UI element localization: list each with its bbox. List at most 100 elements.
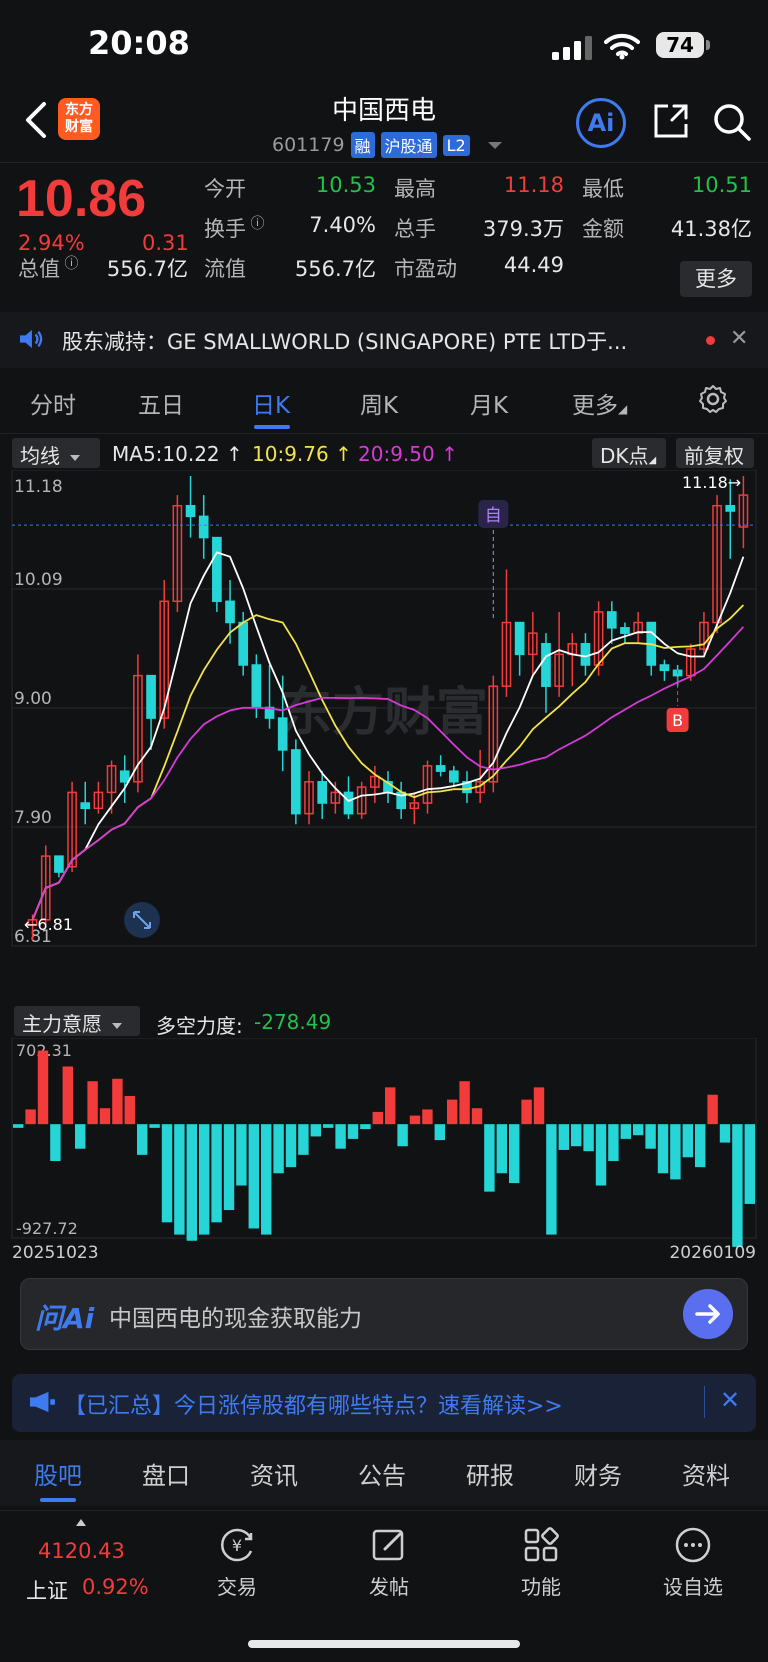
trade-icon: ¥ bbox=[221, 1528, 253, 1562]
force-bar bbox=[595, 1124, 607, 1186]
caret-down-icon bbox=[70, 454, 80, 461]
force-bar bbox=[124, 1095, 136, 1125]
ma10-text: 10:9.76 bbox=[252, 442, 329, 466]
quote-panel: 10.86 2.94% 0.31 今开 10.53 最高 11.18 最低 10… bbox=[0, 162, 768, 302]
trade-button[interactable]: ¥ 交易 bbox=[192, 1525, 282, 1600]
post-label: 发帖 bbox=[369, 1575, 409, 1599]
info-icon: ⓘ bbox=[60, 256, 79, 272]
last-price: 10.86 bbox=[16, 170, 147, 228]
high-marker: 11.18→ bbox=[682, 473, 741, 492]
chevron-down-icon bbox=[487, 141, 502, 149]
tab-more-label: 更多 bbox=[572, 393, 618, 419]
force-bar bbox=[645, 1124, 656, 1149]
tab-more[interactable]: 更多◢ bbox=[572, 386, 627, 420]
force-bar bbox=[546, 1124, 557, 1235]
force-bar bbox=[670, 1124, 681, 1180]
force-bar bbox=[37, 1050, 49, 1125]
value-volume: 379.3万 bbox=[482, 217, 564, 241]
force-bar bbox=[397, 1124, 408, 1147]
add-watchlist-label: 设自选 bbox=[663, 1575, 723, 1599]
sub-y-tick-min: -927.72 bbox=[16, 1219, 78, 1238]
main-indicator-label: 均线 bbox=[20, 444, 60, 468]
index-value[interactable]: 4120.43 bbox=[38, 1539, 125, 1563]
close-icon[interactable]: ✕ bbox=[730, 326, 748, 351]
megaphone-icon bbox=[30, 1391, 55, 1413]
sub-indicator-dropdown[interactable]: 主力意愿 bbox=[14, 1006, 140, 1036]
stock-code-line[interactable]: 601179 融 沪股通 L2 bbox=[272, 132, 502, 158]
promo-banner[interactable]: 【已汇总】今日涨停股都有哪些特点？速看解读>> ✕ bbox=[12, 1374, 756, 1432]
arrow-right-icon[interactable] bbox=[683, 1289, 733, 1339]
force-bar bbox=[161, 1124, 173, 1223]
candle-body bbox=[185, 504, 196, 518]
more-dots-icon bbox=[675, 1527, 711, 1563]
tab-forum[interactable]: 股吧 bbox=[34, 1456, 82, 1491]
candle-body bbox=[146, 674, 156, 719]
x-label-start: 20251023 bbox=[12, 1243, 99, 1263]
dk-point-button[interactable]: DK点◢ bbox=[592, 438, 666, 468]
label-turnover[interactable]: 换手 ⓘ bbox=[204, 213, 264, 243]
ai-question-bar[interactable]: 问Ai 中国西电的现金获取能力 bbox=[20, 1278, 748, 1350]
tab-announcements[interactable]: 公告 bbox=[358, 1456, 406, 1491]
ma20-value: 20:9.50 ↑ bbox=[358, 442, 458, 466]
tab-financials[interactable]: 财务 bbox=[574, 1456, 622, 1491]
force-bar bbox=[112, 1078, 123, 1125]
value-open: 10.53 bbox=[315, 173, 376, 197]
index-percent[interactable]: 0.92% bbox=[82, 1575, 149, 1599]
force-bar bbox=[620, 1124, 632, 1139]
index-name[interactable]: 上证 bbox=[26, 1575, 68, 1605]
force-bar bbox=[236, 1124, 247, 1186]
sub-label: 多空力度: bbox=[156, 1014, 243, 1038]
label-open: 今开 bbox=[204, 177, 246, 201]
force-bar bbox=[87, 1081, 98, 1125]
post-button[interactable]: 发帖 bbox=[344, 1525, 434, 1600]
tab-daily-k[interactable]: 日K bbox=[252, 386, 290, 420]
x-label-end: 20260109 bbox=[669, 1243, 756, 1263]
tab-monthly-k[interactable]: 月K bbox=[470, 386, 508, 420]
caret-down-icon bbox=[112, 1022, 122, 1029]
value-float-cap: 556.7亿 bbox=[294, 257, 376, 281]
force-bar bbox=[149, 1124, 160, 1128]
force-bar bbox=[694, 1124, 706, 1168]
force-bar bbox=[25, 1109, 36, 1125]
tab-weekly-k[interactable]: 周K bbox=[360, 386, 398, 420]
close-icon[interactable]: ✕ bbox=[720, 1386, 740, 1414]
tab-profile[interactable]: 资料 bbox=[682, 1456, 730, 1491]
force-bar bbox=[533, 1087, 545, 1125]
main-force-bar-chart[interactable]: 702.31-927.7220251023 20260109 bbox=[0, 1038, 768, 1264]
tab-orderbook[interactable]: 盘口 bbox=[142, 1456, 190, 1491]
change-percent: 2.94% bbox=[18, 231, 85, 255]
tab-intraday[interactable]: 分时 bbox=[30, 386, 76, 420]
force-bar bbox=[198, 1124, 210, 1235]
more-quote-button[interactable]: 更多 bbox=[680, 261, 752, 297]
ai-assistant-button[interactable]: Ai bbox=[576, 98, 626, 148]
tab-news[interactable]: 资讯 bbox=[250, 1456, 298, 1491]
force-bar bbox=[347, 1124, 359, 1139]
value-amount: 41.38亿 bbox=[670, 217, 752, 241]
stock-header: 东方财富 中国西电 601179 融 沪股通 L2 Ai bbox=[0, 90, 768, 162]
indicator-row: 均线 MA5:10.22 ↑ 10:9.76 ↑ 20:9.50 ↑ DK点◢ … bbox=[0, 436, 768, 470]
shareholder-notice[interactable]: 股东减持：GE SMALLWORLD (SINGAPORE) PTE LTD于.… bbox=[0, 312, 768, 368]
dk-label: DK点 bbox=[600, 444, 649, 468]
tab-five-day[interactable]: 五日 bbox=[138, 386, 184, 420]
y-tick-label: 9.00 bbox=[14, 689, 52, 709]
force-bar bbox=[360, 1124, 371, 1130]
label-market-cap[interactable]: 总值 ⓘ bbox=[18, 253, 78, 283]
add-watchlist-button[interactable]: 设自选 bbox=[648, 1525, 738, 1600]
gear-icon[interactable] bbox=[698, 384, 728, 414]
candle-body bbox=[80, 802, 91, 810]
force-bar bbox=[298, 1124, 309, 1155]
tag-connect: 沪股通 bbox=[380, 132, 437, 158]
tab-research[interactable]: 研报 bbox=[466, 1456, 514, 1491]
adjust-button[interactable]: 前复权 bbox=[676, 438, 754, 468]
label-pe[interactable]: 市盈动 bbox=[394, 253, 457, 283]
candle-body bbox=[514, 621, 525, 656]
force-bar bbox=[248, 1124, 260, 1229]
functions-button[interactable]: 功能 bbox=[496, 1525, 586, 1600]
force-bar bbox=[471, 1108, 483, 1125]
force-bar bbox=[409, 1115, 421, 1125]
search-icon[interactable] bbox=[712, 102, 752, 142]
sub-chart-frame bbox=[11, 1038, 757, 1239]
main-indicator-dropdown[interactable]: 均线 bbox=[12, 438, 100, 468]
candlestick-chart[interactable]: 11.1810.099.007.906.81东方财富11.18→←6.81自B bbox=[0, 470, 768, 1002]
share-icon[interactable] bbox=[652, 102, 690, 140]
